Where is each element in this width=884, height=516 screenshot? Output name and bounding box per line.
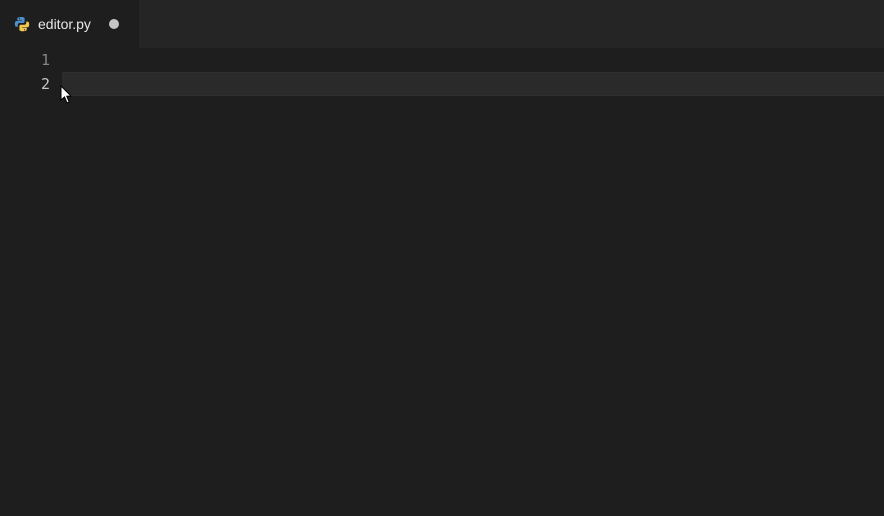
- line-number: 2: [0, 72, 50, 96]
- python-icon: [14, 16, 30, 32]
- code-line[interactable]: [62, 72, 884, 96]
- line-number: 1: [0, 48, 50, 72]
- unsaved-indicator-icon: [109, 19, 119, 29]
- tab-label: editor.py: [38, 16, 91, 32]
- code-line[interactable]: [62, 48, 884, 72]
- line-number-gutter: 1 2: [0, 48, 62, 516]
- code-content[interactable]: [62, 48, 884, 516]
- tab-editor-py[interactable]: editor.py: [0, 0, 140, 48]
- tabbar: editor.py: [0, 0, 884, 48]
- editor-area[interactable]: 1 2: [0, 48, 884, 516]
